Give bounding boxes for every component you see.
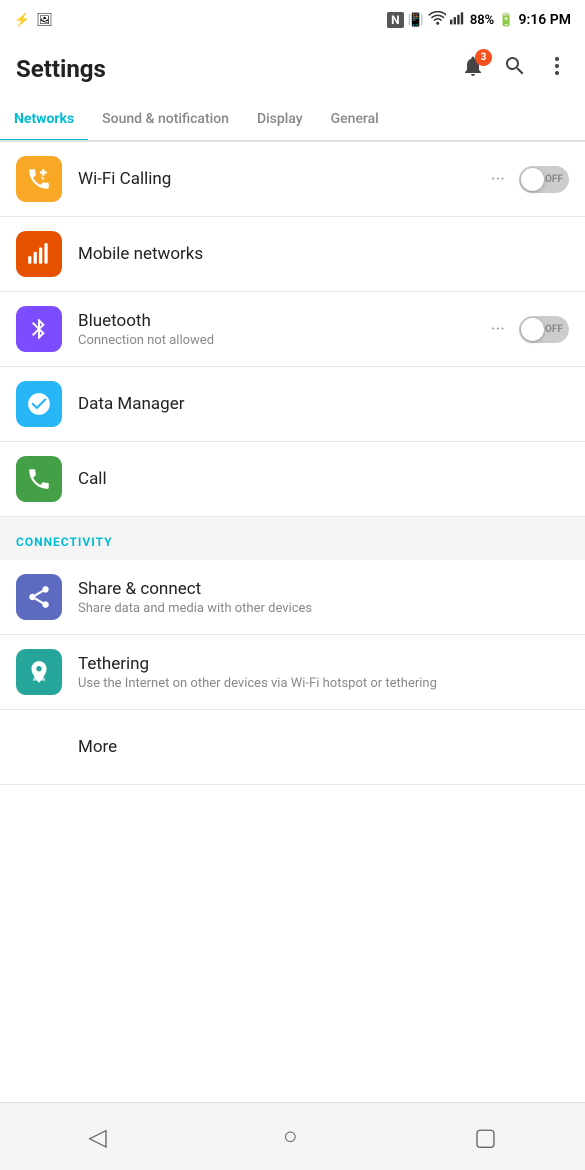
more-icon-placeholder <box>16 724 62 770</box>
tab-display[interactable]: Display <box>243 98 317 140</box>
tab-sound-notification[interactable]: Sound & notification <box>88 98 243 140</box>
list-item[interactable]: Data Manager <box>0 367 585 442</box>
nfc-icon: N <box>387 12 403 28</box>
mobile-networks-text: Mobile networks <box>78 244 569 264</box>
settings-list: Wi-Fi Calling ··· OFF Mobile networks <box>0 142 585 785</box>
tethering-text: Tethering Use the Internet on other devi… <box>78 654 569 691</box>
bottom-nav: ◁ ○ ▢ <box>0 1102 585 1170</box>
wifi-calling-actions: ··· OFF <box>487 165 569 194</box>
status-right-icons: N 📳 88% 🔋 9:16 PM <box>387 11 571 29</box>
bluetooth-actions: ··· OFF <box>487 315 569 344</box>
bluetooth-toggle[interactable]: OFF <box>519 316 569 343</box>
data-manager-text: Data Manager <box>78 394 569 414</box>
wifi-calling-text: Wi-Fi Calling <box>78 169 487 189</box>
image-icon: 🖼 <box>36 13 53 28</box>
status-bar: ⚡ 🖼 N 📳 88% 🔋 9:16 PM <box>0 0 585 40</box>
call-text: Call <box>78 469 569 489</box>
call-title: Call <box>78 469 569 489</box>
data-manager-title: Data Manager <box>78 394 569 414</box>
vibrate-icon: 📳 <box>408 13 424 28</box>
mobile-networks-title: Mobile networks <box>78 244 569 264</box>
data-manager-icon <box>16 381 62 427</box>
toggle-knob <box>521 318 544 341</box>
time-text: 9:16 PM <box>518 12 571 28</box>
page-title: Settings <box>16 55 106 83</box>
toggle-label: OFF <box>545 324 563 335</box>
list-item[interactable]: Call <box>0 442 585 517</box>
list-item[interactable]: Tethering Use the Internet on other devi… <box>0 635 585 710</box>
list-item[interactable]: Bluetooth Connection not allowed ··· OFF <box>0 292 585 367</box>
bluetooth-menu[interactable]: ··· <box>487 315 509 344</box>
notification-button[interactable]: 3 <box>461 54 485 84</box>
call-icon <box>16 456 62 502</box>
share-connect-icon <box>16 574 62 620</box>
header-actions: 3 <box>461 54 569 84</box>
wifi-calling-title: Wi-Fi Calling <box>78 169 487 189</box>
tethering-title: Tethering <box>78 654 569 674</box>
more-text: More <box>78 737 569 757</box>
notification-badge: 3 <box>475 49 492 66</box>
list-item[interactable]: More <box>0 710 585 785</box>
tab-general[interactable]: General <box>317 98 393 140</box>
bluetooth-text: Bluetooth Connection not allowed <box>78 311 487 348</box>
tab-networks[interactable]: Networks <box>0 98 88 140</box>
search-button[interactable] <box>503 54 527 84</box>
bluetooth-subtitle: Connection not allowed <box>78 333 487 348</box>
app-header: Settings 3 <box>0 40 585 98</box>
battery-icon: 🔋 <box>498 13 514 28</box>
bluetooth-icon <box>16 306 62 352</box>
wifi-calling-menu[interactable]: ··· <box>487 165 509 194</box>
more-options-button[interactable] <box>545 54 569 84</box>
tethering-subtitle: Use the Internet on other devices via Wi… <box>78 676 569 691</box>
home-button[interactable]: ○ <box>259 1112 322 1161</box>
status-left-icons: ⚡ 🖼 <box>14 13 53 28</box>
wifi-calling-icon <box>16 156 62 202</box>
more-title: More <box>78 737 569 757</box>
battery-text: 88% <box>470 13 494 28</box>
tethering-icon <box>16 649 62 695</box>
share-connect-title: Share & connect <box>78 579 569 599</box>
back-button[interactable]: ◁ <box>64 1113 130 1161</box>
share-connect-subtitle: Share data and media with other devices <box>78 601 569 616</box>
share-connect-text: Share & connect Share data and media wit… <box>78 579 569 616</box>
connectivity-label: CONNECTIVITY <box>16 535 113 549</box>
signal-icon <box>450 11 466 29</box>
mobile-networks-icon <box>16 231 62 277</box>
tabs-bar: Networks Sound & notification Display Ge… <box>0 98 585 142</box>
recent-apps-button[interactable]: ▢ <box>450 1113 521 1161</box>
toggle-knob <box>521 168 544 191</box>
connectivity-section-header: CONNECTIVITY <box>0 517 585 560</box>
list-item[interactable]: Share & connect Share data and media wit… <box>0 560 585 635</box>
wifi-icon <box>428 11 446 29</box>
list-item[interactable]: Mobile networks <box>0 217 585 292</box>
wifi-calling-toggle[interactable]: OFF <box>519 166 569 193</box>
bluetooth-title: Bluetooth <box>78 311 487 331</box>
toggle-label: OFF <box>545 174 563 185</box>
usb-icon: ⚡ <box>14 13 30 28</box>
list-item[interactable]: Wi-Fi Calling ··· OFF <box>0 142 585 217</box>
